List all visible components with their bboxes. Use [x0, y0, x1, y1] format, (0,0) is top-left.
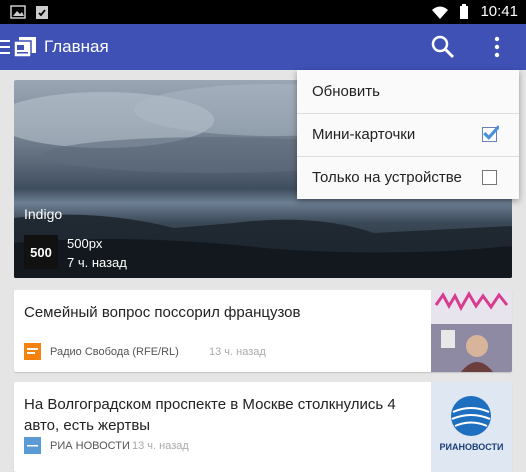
article-headline: На Волгоградском проспекте в Москве стол…: [24, 396, 396, 434]
page-title: Главная: [44, 37, 109, 56]
thumbnail-logo-text: РИАНОВОСТИ: [439, 442, 504, 452]
timestamp: 7 ч. назад: [67, 255, 127, 270]
clock: 10:41: [480, 3, 518, 20]
battery-icon: [460, 3, 469, 19]
news-app-icon[interactable]: [13, 36, 37, 58]
rfe-rl-icon: [24, 343, 41, 360]
menu-item-label: Только на устройстве: [312, 169, 462, 186]
clipboard-check-icon: [36, 6, 48, 19]
ria-novosti-icon: [24, 437, 41, 454]
gallery-icon: [10, 5, 26, 19]
article-card[interactable]: На Волгоградском проспекте в Москве стол…: [14, 382, 512, 472]
menu-item-label: Мини-карточки: [312, 126, 416, 143]
mini-cards-checkbox[interactable]: [482, 125, 499, 142]
wifi-icon: [432, 6, 449, 19]
ria-novosti-thumbnail: [431, 382, 512, 472]
source-name: Радио Свобода (RFE/RL): [50, 346, 179, 358]
source-name: РИА НОВОСТИ: [50, 440, 130, 452]
status-bar: 10:41: [0, 0, 526, 24]
overflow-menu: Обновить Мини-карточки Только на устройс…: [297, 70, 519, 199]
hero-category-label: Indigo: [24, 206, 63, 222]
more-options-icon[interactable]: [490, 36, 504, 58]
source-name: 500px: [67, 236, 103, 251]
search-icon[interactable]: [430, 34, 456, 60]
checkmark-icon: [483, 125, 499, 140]
source-logo: 500: [24, 235, 58, 269]
menu-icon[interactable]: [0, 39, 10, 55]
menu-item-label: Обновить: [312, 83, 380, 100]
menu-item-offline-only[interactable]: Только на устройстве: [297, 156, 519, 199]
timestamp: 13 ч. назад: [132, 440, 189, 452]
article-headline: Семейный вопрос поссорил французов: [24, 304, 301, 321]
app-bar: Главная: [0, 24, 526, 70]
offline-only-checkbox[interactable]: [482, 170, 497, 185]
article-thumbnail: [431, 290, 512, 372]
timestamp: 13 ч. назад: [209, 346, 266, 358]
article-card[interactable]: Семейный вопрос поссорил французов Радио…: [14, 290, 512, 372]
menu-item-refresh[interactable]: Обновить: [297, 70, 519, 113]
menu-item-mini-cards[interactable]: Мини-карточки: [297, 113, 519, 156]
